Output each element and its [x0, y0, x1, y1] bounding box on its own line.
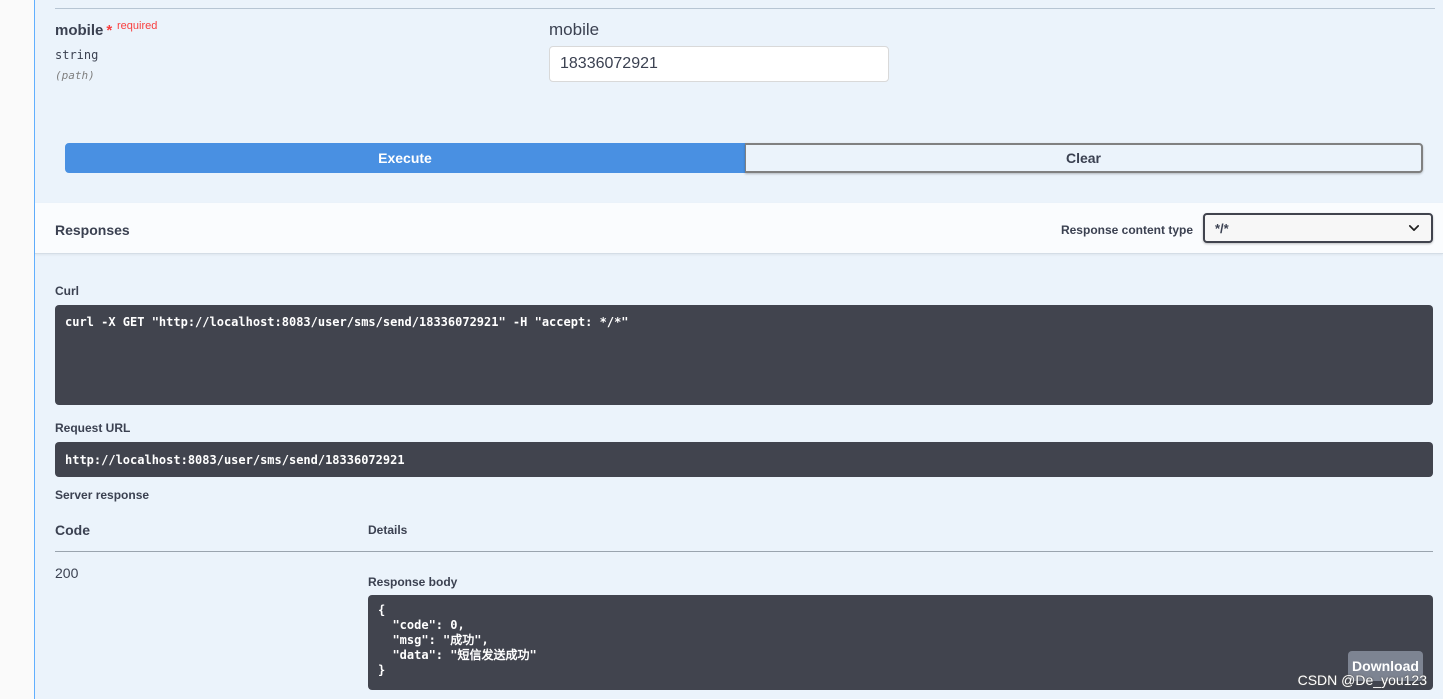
left-gutter [0, 0, 35, 699]
response-content-type-label: Response content type [1060, 223, 1193, 237]
response-content-type-select[interactable]: */* [1203, 213, 1433, 243]
parameter-name-text: mobile [55, 22, 104, 39]
request-url-label: Request URL [55, 421, 131, 435]
required-label: required [117, 20, 158, 32]
response-content-type-value: */* [1215, 220, 1229, 236]
column-header-details: Details [368, 523, 408, 537]
operation-panel: mobile* required string (path) mobile Ex… [35, 0, 1443, 699]
responses-title: Responses [55, 222, 130, 238]
curl-command: curl -X GET "http://localhost:8083/user/… [55, 305, 1433, 405]
watermark: CSDN @De_you123 [1297, 672, 1427, 688]
parameter-type: string [55, 48, 99, 62]
response-body-label: Response body [368, 575, 458, 589]
server-response-label: Server response [55, 488, 150, 502]
clear-button[interactable]: Clear [745, 143, 1423, 173]
mobile-input[interactable] [549, 46, 889, 82]
response-body: { "code": 0, "msg": "成功", "data": "短信发送成… [368, 595, 1433, 690]
divider [55, 8, 1435, 9]
table-divider [55, 551, 1433, 552]
request-url-value: http://localhost:8083/user/sms/send/1833… [55, 442, 1433, 477]
response-status-code: 200 [55, 565, 79, 581]
required-star: * [106, 22, 113, 39]
chevron-down-icon [1408, 225, 1420, 231]
execute-wrapper: Execute Clear [65, 143, 1423, 173]
mobile-field-label: mobile [549, 20, 600, 39]
responses-header: Responses Response content type */* [35, 203, 1443, 254]
column-header-code: Code [55, 522, 90, 538]
execute-button[interactable]: Execute [65, 143, 745, 173]
curl-label: Curl [55, 284, 79, 298]
parameter-location: (path) [55, 69, 95, 82]
parameter-name: mobile * [55, 22, 112, 39]
